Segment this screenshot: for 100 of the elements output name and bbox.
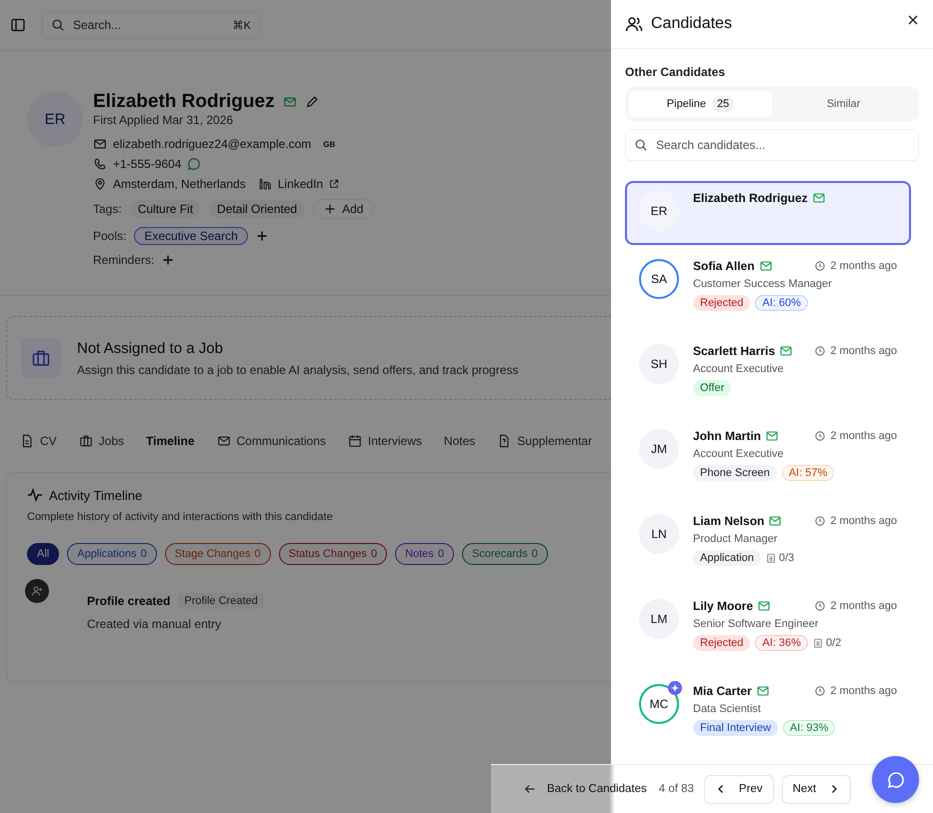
candidate-name: Lily Moore: [693, 599, 754, 613]
avatar: LM: [639, 599, 679, 639]
phone-icon: [93, 157, 107, 171]
status-badge: Rejected: [693, 635, 750, 651]
close-icon[interactable]: [907, 14, 919, 26]
status-badge: Phone Screen: [693, 465, 777, 481]
filter-chip[interactable]: Notes 0: [395, 543, 454, 565]
candidate-item[interactable]: SH Scarlett Harris 2 months ago Account Executive Offer: [625, 334, 911, 419]
location-pin-icon: [93, 177, 107, 191]
pools-label: Pools:: [93, 229, 126, 243]
country-code: GB: [323, 140, 336, 148]
left-arrow-icon: [523, 782, 537, 796]
search-icon: [51, 18, 65, 32]
tab[interactable]: Jobs: [70, 428, 132, 454]
filter-chip[interactable]: Stage Changes 0: [164, 543, 271, 565]
scorecard-count: 0/3: [778, 552, 794, 564]
briefcase-icon: [21, 338, 61, 378]
avatar: LN: [639, 514, 679, 554]
candidate-name: Scarlett Harris: [693, 344, 776, 358]
candidate-name: Elizabeth Rodriguez: [93, 91, 275, 113]
tag-chip: Detail Oriented: [209, 200, 306, 218]
candidate-item[interactable]: LM Lily Moore 2 months ago Senior Software Engineer Rejected AI: 36% 0/2: [625, 589, 911, 674]
filter-chip[interactable]: Applications 0: [67, 543, 157, 565]
location-text: Amsterdam, Netherlands: [113, 177, 246, 191]
prev-button[interactable]: Prev: [704, 774, 774, 804]
tab[interactable]: Communications: [208, 428, 334, 454]
filter-chip[interactable]: Scorecards 0: [462, 543, 548, 565]
scorecard-count: 0/2: [826, 637, 842, 649]
search-field[interactable]: Search... ⌘K: [42, 11, 260, 39]
status-badge: Final Interview: [693, 720, 778, 736]
clipboard-icon: [812, 638, 823, 648]
user-plus-icon: [25, 579, 49, 603]
job-role: Senior Software Engineer: [693, 618, 820, 630]
candidate-item[interactable]: MC Mia Carter 2 months ago Data Scientist Final Interview AI: 93%: [625, 674, 911, 759]
avatar: SA: [639, 259, 679, 299]
time-ago: 2 months ago: [830, 515, 897, 527]
question-document-icon: [497, 434, 512, 448]
avatar: JM: [639, 429, 679, 469]
status-badge: AI: 57%: [782, 465, 834, 481]
candidate-name: Liam Nelson: [693, 514, 764, 528]
users-icon: [625, 15, 643, 33]
calendar-icon: [348, 434, 362, 448]
job-role: Product Manager: [693, 533, 778, 545]
tags-label: Tags:: [93, 202, 122, 216]
job-role: Account Executive: [693, 448, 784, 460]
activity-icon: [27, 487, 43, 503]
linkedin-link[interactable]: LinkedIn: [278, 177, 324, 191]
chat-bubble-icon[interactable]: [187, 157, 202, 171]
candidate-item[interactable]: LN Liam Nelson 2 months ago Product Manager Application 0/3: [625, 504, 911, 589]
sidebar-toggle-icon[interactable]: [10, 17, 26, 33]
avatar: ER: [639, 191, 679, 231]
candidate-name: Mia Carter: [693, 684, 752, 698]
filter-chip[interactable]: All: [27, 543, 60, 565]
reminders-label: Reminders:: [93, 253, 154, 267]
timeline-title: Activity Timeline: [49, 488, 142, 502]
phone-text: +1-555-9604: [113, 157, 182, 171]
plus-icon[interactable]: [162, 254, 174, 266]
clock-icon: [815, 516, 826, 526]
panel-title: Candidates: [651, 15, 733, 33]
time-ago: 2 months ago: [830, 430, 897, 442]
status-badge: AI: 36%: [755, 635, 808, 651]
time-ago: 2 months ago: [830, 685, 897, 697]
event-title: Profile created: [87, 594, 170, 608]
clock-icon: [815, 261, 826, 271]
pencil-icon[interactable]: [304, 95, 319, 109]
back-button[interactable]: Back to Candidates: [519, 782, 651, 796]
list-tab[interactable]: Similar: [772, 91, 915, 117]
tag-chip: Culture Fit: [130, 200, 202, 218]
candidate-item[interactable]: JM John Martin 2 months ago Account Executive Phone Screen AI: 57%: [625, 419, 911, 504]
add-tag-button[interactable]: Add: [313, 199, 374, 219]
candidate-item[interactable]: ER Elizabeth Rodriguez: [625, 181, 911, 245]
timeline-subtitle: Complete history of activity and interactions with this candidate: [27, 511, 333, 523]
avatar: SH: [639, 344, 679, 384]
avatar: MC: [639, 684, 679, 724]
tab[interactable]: Interviews: [340, 428, 430, 454]
tab[interactable]: Notes: [436, 428, 484, 454]
filter-chip[interactable]: Status Changes 0: [278, 543, 388, 565]
shortcut-hint: ⌘K: [232, 18, 251, 32]
linkedin-icon: [258, 177, 272, 191]
tab[interactable]: CV: [12, 428, 65, 454]
status-badge: AI: 60%: [755, 295, 808, 311]
mail-icon: [216, 434, 230, 448]
tab[interactable]: Timeline: [138, 428, 202, 454]
next-button[interactable]: Next: [782, 774, 852, 804]
job-role: Data Scientist: [693, 703, 762, 715]
external-link-icon: [329, 179, 340, 189]
pool-chip: Executive Search: [134, 227, 248, 245]
plus-icon[interactable]: [256, 230, 268, 242]
clock-icon: [815, 346, 826, 356]
candidate-item[interactable]: SA Sofia Allen 2 months ago Customer Success Manager Rejected AI: 60%: [625, 249, 911, 334]
search-input[interactable]: Search...: [71, 17, 227, 33]
time-ago: 2 months ago: [830, 600, 897, 612]
status-badge: Offer: [693, 380, 732, 396]
candidate-name: John Martin: [693, 429, 761, 443]
candidate-search-field[interactable]: Search candidates...: [625, 129, 919, 161]
status-badge: AI: 93%: [782, 720, 836, 736]
time-ago: 2 months ago: [830, 260, 897, 272]
email-text: elizabeth.rodriguez24@example.com: [113, 137, 312, 151]
tab[interactable]: Supplementar: [489, 428, 600, 454]
list-tab[interactable]: Pipeline 25: [629, 91, 772, 117]
